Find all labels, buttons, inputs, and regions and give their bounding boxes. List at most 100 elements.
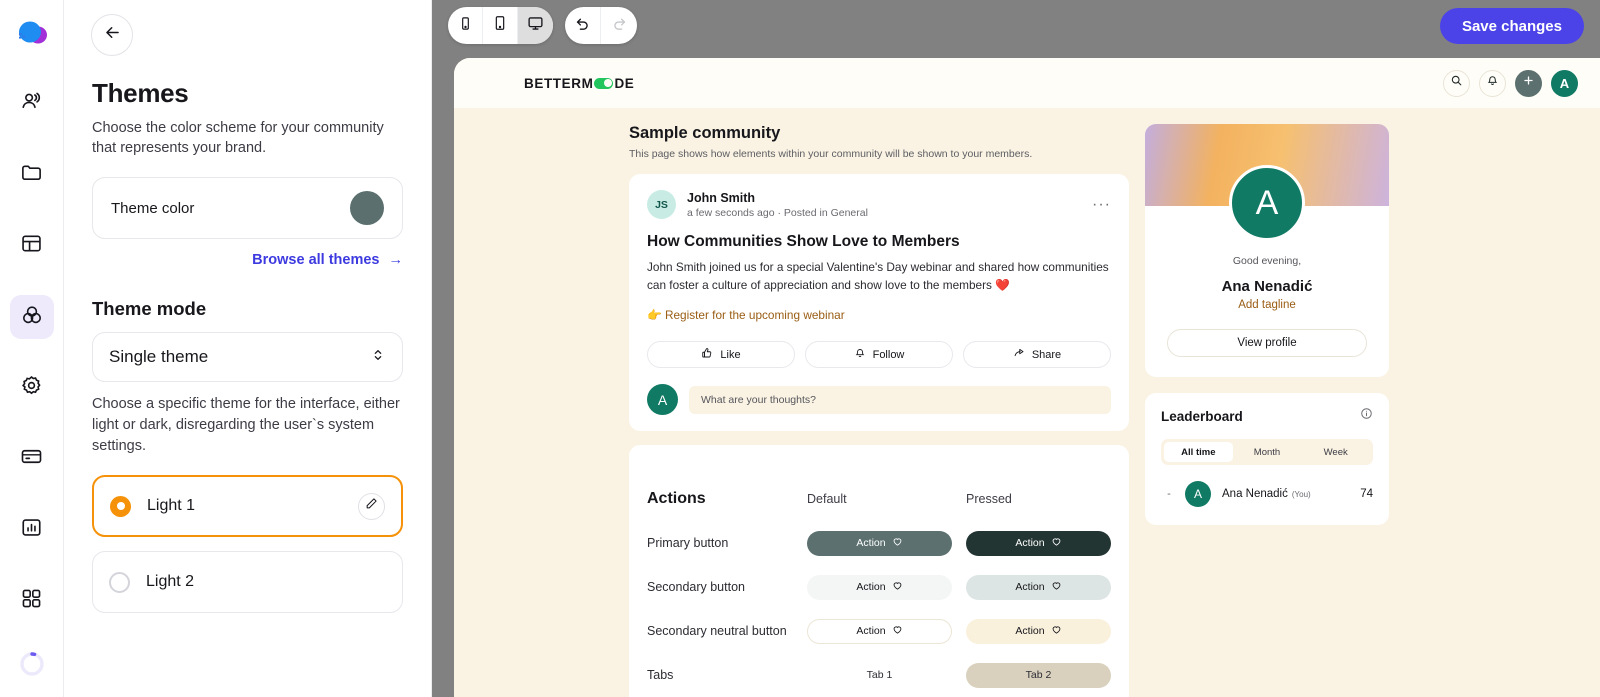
leaderboard-you-badge: (You) [1291,489,1311,499]
people-icon [20,90,43,118]
share-button[interactable]: Share [963,341,1111,368]
device-switcher [448,7,553,44]
profile-avatar: A [1229,165,1305,241]
post-actions: Like Follow Share [647,341,1111,368]
search-button[interactable] [1443,69,1470,97]
action-label: Action [1015,581,1045,593]
heart-icon [892,536,903,550]
neutral-button-pressed[interactable]: Action [966,618,1111,644]
undo-arrow-icon [574,15,591,37]
theme-option-light-1[interactable]: Light 1 [92,475,403,537]
page-title: Themes [92,78,189,108]
bar-chart-icon [20,516,43,544]
view-profile-button[interactable]: View profile [1167,329,1367,357]
bell-icon [1486,74,1499,92]
notifications-button[interactable] [1479,69,1506,97]
sidebar-item-analytics[interactable] [10,508,54,552]
browse-all-themes-link[interactable]: Browse all themes → [92,252,403,268]
leaderboard-tabs: All time Month Week [1161,439,1373,465]
comment-composer: A What are your thoughts? [647,384,1111,415]
gear-icon [20,374,43,402]
leaderboard-card: Leaderboard All time Month Week - A Ana … [1145,393,1389,525]
profile-greeting: Good evening, [1232,255,1302,267]
radio-unselected-icon [109,571,130,593]
post-register-link[interactable]: 👉 Register for the upcoming webinar [647,308,1111,322]
logo-prefix: BETTERM [524,75,594,91]
grid-apps-icon [20,587,43,615]
secondary-button-pressed[interactable]: Action [966,574,1111,600]
undo-button[interactable] [565,7,601,44]
actions-showcase-card: Actions Default Pressed Primary button A… [629,445,1129,697]
logo-suffix: DE [614,75,635,91]
edit-theme-button[interactable] [358,492,385,520]
folder-icon [20,161,43,189]
sidebar-item-spaces[interactable] [10,153,54,197]
device-mobile-button[interactable] [448,7,483,44]
tab-1[interactable]: Tab 1 [807,663,952,688]
heart-icon [892,624,903,638]
radio-selected-icon [110,495,131,517]
heart-icon [1051,580,1062,594]
theme-mode-select[interactable]: Single theme [92,332,403,382]
sidebar-item-layout[interactable] [10,224,54,268]
theme-color-swatch[interactable] [350,191,384,225]
theme-color-row[interactable]: Theme color [92,177,403,239]
logo-toggle-icon [594,77,614,89]
leaderboard-name: Ana Nenadić [1222,488,1288,500]
primary-button-default[interactable]: Action [807,530,952,556]
arrow-right-icon: → [388,252,404,268]
sidebar-item-members[interactable] [10,82,54,126]
leaderboard-row[interactable]: - A Ana Nenadić (You) 74 [1161,481,1373,507]
community-subtitle: This page shows how elements within your… [629,148,1033,160]
like-button[interactable]: Like [647,341,795,368]
tab-all-time[interactable]: All time [1164,442,1233,462]
arrow-left-icon [103,23,122,47]
leaderboard-rank: - [1167,488,1171,500]
action-label: Action [1015,537,1045,549]
sidebar-item-apps[interactable] [10,579,54,623]
tab-2[interactable]: Tab 2 [966,662,1111,688]
post-more-button[interactable]: ··· [1092,196,1111,212]
neutral-button-default[interactable]: Action [807,618,952,644]
sidebar-item-appearance[interactable] [9,295,54,339]
action-label: Action [856,537,886,549]
tab-month[interactable]: Month [1233,442,1302,462]
avatar[interactable]: A [1551,69,1578,97]
tab-week[interactable]: Week [1301,442,1370,462]
info-circle-icon[interactable] [1360,407,1373,425]
sidebar-item-settings[interactable] [10,366,54,410]
redo-arrow-icon [611,15,628,37]
post-header: JS John Smith a few seconds ago · Posted… [647,190,1111,219]
sidebar-item-billing[interactable] [10,437,54,481]
follow-button[interactable]: Follow [805,341,953,368]
phone-icon [458,16,473,36]
preview-side-column: A Good evening, Ana Nenadić Add tagline … [1145,124,1389,697]
theme-option-light-2[interactable]: Light 2 [92,551,403,613]
layout-panel-icon [20,232,43,260]
device-tablet-button[interactable] [483,7,518,44]
theme-mode-title: Theme mode [92,298,207,319]
secondary-button-default[interactable]: Action [807,574,952,600]
history-controls [565,7,637,44]
leaderboard-title: Leaderboard [1161,408,1243,424]
device-desktop-button[interactable] [518,7,553,44]
heart-icon [1051,624,1062,638]
primary-button-pressed[interactable]: Action [966,530,1111,556]
preview-header-actions: A [1443,69,1578,97]
back-button[interactable] [91,14,133,56]
create-button[interactable] [1515,69,1542,97]
chevron-updown-icon [370,347,386,368]
save-changes-button[interactable]: Save changes [1439,8,1584,44]
page-description: Choose the color scheme for your communi… [92,120,384,156]
share-arrow-icon [1013,347,1025,362]
community-title: Sample community [629,124,781,142]
comment-input[interactable]: What are your thoughts? [689,385,1111,414]
theme-color-label: Theme color [111,199,195,217]
add-tagline-link[interactable]: Add tagline [1145,299,1389,311]
redo-button[interactable] [601,7,637,44]
table-row: Secondary neutral button Action Action [647,609,1111,653]
table-row: Tabs Tab 1 Tab 2 [647,653,1111,697]
post-title: How Communities Show Love to Members [647,233,960,250]
preview-stage: Save changes BETTERM DE A Sample communi… [432,0,1600,697]
bettermode-cloud-logo[interactable] [11,12,53,54]
